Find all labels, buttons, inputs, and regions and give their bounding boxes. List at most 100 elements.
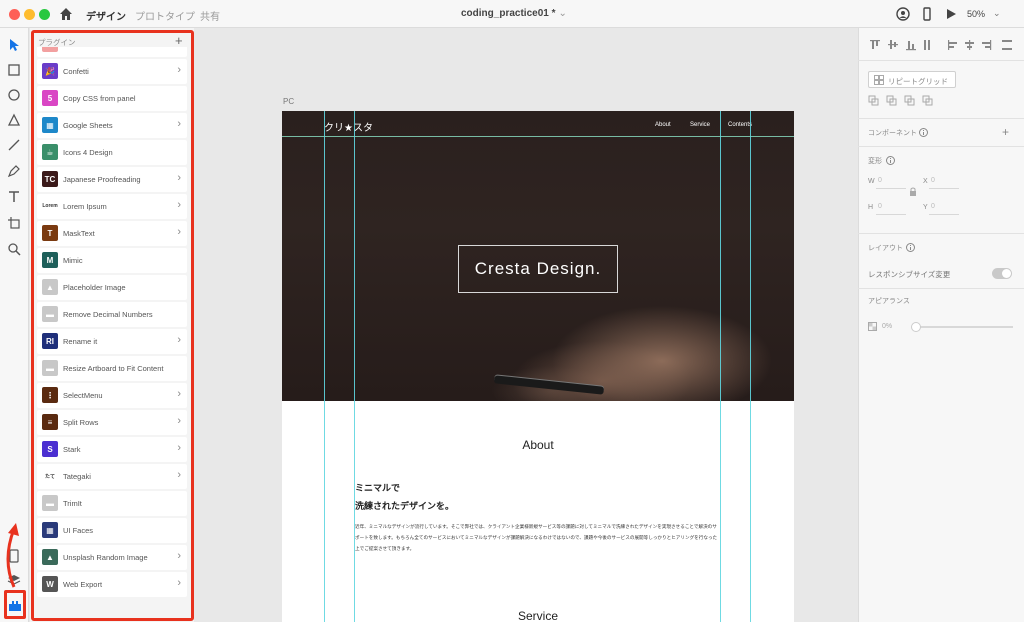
tab-prototype[interactable]: プロトタイプ bbox=[135, 8, 195, 23]
plugin-icon: ⋮ bbox=[42, 387, 58, 403]
zoom-tool-icon[interactable] bbox=[7, 242, 21, 256]
y-field[interactable]: 0 bbox=[931, 203, 935, 210]
add-component-button[interactable]: + bbox=[1002, 125, 1009, 139]
height-label: H bbox=[868, 204, 874, 211]
boolean-ops-icons[interactable] bbox=[868, 95, 938, 107]
plugin-item[interactable]: ⋮ SelectMenu › bbox=[37, 383, 187, 408]
plugin-item[interactable]: Lorem Lorem Ipsum › bbox=[37, 194, 187, 219]
minimize-window-button[interactable] bbox=[24, 9, 35, 20]
play-icon[interactable] bbox=[944, 7, 958, 21]
opacity-value[interactable]: 0% bbox=[882, 323, 892, 330]
plugin-item[interactable]: 5 Copy CSS from panel bbox=[37, 86, 187, 111]
close-window-button[interactable] bbox=[9, 9, 20, 20]
opacity-slider-track[interactable] bbox=[913, 326, 1013, 328]
chevron-right-icon[interactable]: › bbox=[177, 468, 181, 482]
plugin-icon: ▬ bbox=[42, 360, 58, 376]
chevron-right-icon[interactable]: › bbox=[177, 117, 181, 131]
document-title[interactable]: coding_practice01 * ⌄ bbox=[461, 8, 567, 19]
plugin-item[interactable]: ▬ Remove Decimal Numbers bbox=[37, 302, 187, 327]
ellipse-tool-icon[interactable] bbox=[7, 88, 21, 102]
plugin-item[interactable]: T MaskText › bbox=[37, 221, 187, 246]
chevron-right-icon[interactable]: › bbox=[177, 576, 181, 590]
chevron-down-icon: ⌄ bbox=[558, 8, 567, 19]
plugin-item[interactable]: ▲ Placeholder Image bbox=[37, 275, 187, 300]
artboard-pc[interactable]: クリ★スタ About Service Contents Cresta Desi… bbox=[282, 111, 794, 622]
height-field[interactable]: 0 bbox=[878, 203, 882, 210]
repeat-grid-button[interactable]: リピートグリッド bbox=[868, 71, 956, 88]
plugin-label: MaskText bbox=[63, 229, 95, 238]
plugin-item[interactable]: ≡ Split Rows › bbox=[37, 410, 187, 435]
plugin-item[interactable]: M Mimic bbox=[37, 248, 187, 273]
select-tool-icon[interactable] bbox=[7, 38, 21, 52]
chevron-right-icon[interactable]: › bbox=[177, 225, 181, 239]
chevron-right-icon[interactable]: › bbox=[177, 333, 181, 347]
text-tool-icon[interactable] bbox=[7, 190, 21, 204]
repeat-grid-label: リピートグリッド bbox=[888, 77, 948, 86]
pen-tool-icon[interactable] bbox=[7, 164, 21, 178]
info-icon[interactable] bbox=[919, 128, 928, 137]
plugin-label: SelectMenu bbox=[63, 391, 103, 400]
chevron-right-icon[interactable]: › bbox=[177, 171, 181, 185]
plugin-item[interactable]: ▦ Google Sheets › bbox=[37, 113, 187, 138]
artboard-tool-icon[interactable] bbox=[7, 216, 21, 230]
rectangle-tool-icon[interactable] bbox=[7, 63, 21, 77]
plugin-item[interactable]: ▬ Resize Artboard to Fit Content bbox=[37, 356, 187, 381]
plugin-icon: TC bbox=[42, 171, 58, 187]
about-heading[interactable]: ミニマルで 洗練されたデザインを。 bbox=[355, 479, 454, 515]
polygon-tool-icon[interactable] bbox=[7, 113, 21, 127]
plugin-label: UI Faces bbox=[63, 526, 94, 535]
responsive-resize-toggle[interactable] bbox=[992, 268, 1012, 279]
artboard-label[interactable]: PC bbox=[283, 97, 294, 106]
plugin-item[interactable]: TC Japanese Proofreading › bbox=[37, 167, 187, 192]
info-icon[interactable] bbox=[906, 243, 915, 252]
chevron-right-icon[interactable]: › bbox=[177, 549, 181, 563]
line-tool-icon[interactable] bbox=[7, 138, 21, 152]
plugin-item[interactable]: S Stark › bbox=[37, 437, 187, 462]
zoom-window-button[interactable] bbox=[39, 9, 50, 20]
user-share-icon[interactable] bbox=[896, 7, 910, 21]
x-field-underline bbox=[929, 188, 959, 189]
plugin-icon: ▬ bbox=[42, 306, 58, 322]
chevron-right-icon[interactable]: › bbox=[177, 198, 181, 212]
hero-nav-divider bbox=[282, 136, 794, 137]
tab-share[interactable]: 共有 bbox=[200, 8, 220, 23]
tab-design[interactable]: デザイン bbox=[86, 8, 126, 23]
x-field[interactable]: 0 bbox=[931, 177, 935, 184]
plugin-item[interactable]: Color Scale bbox=[37, 47, 187, 57]
nav-link-contents[interactable]: Contents bbox=[728, 122, 752, 128]
nav-link-about[interactable]: About bbox=[655, 122, 671, 128]
plugin-item[interactable]: W Web Export › bbox=[37, 572, 187, 597]
plugin-item[interactable]: ☕ Icons 4 Design bbox=[37, 140, 187, 165]
chevron-right-icon[interactable]: › bbox=[177, 387, 181, 401]
align-icons[interactable] bbox=[868, 38, 1018, 52]
plugin-item[interactable]: 🎉 Confetti › bbox=[37, 59, 187, 84]
add-plugin-button[interactable]: + bbox=[175, 34, 183, 47]
lock-icon[interactable] bbox=[909, 187, 917, 197]
zoom-level[interactable]: 50% bbox=[967, 9, 985, 19]
chevron-right-icon[interactable]: › bbox=[177, 441, 181, 455]
about-section-title[interactable]: About bbox=[282, 438, 794, 452]
plugin-label: Japanese Proofreading bbox=[63, 175, 141, 184]
zoom-chevron-icon[interactable]: ⌄ bbox=[993, 8, 1001, 19]
inspector-divider bbox=[858, 146, 1024, 147]
about-body-text[interactable]: 近年、ミニマルなデザインが流行しています。そこで弊社では、クライアント企業様新規… bbox=[355, 521, 721, 554]
home-icon[interactable] bbox=[59, 7, 73, 21]
service-section-title[interactable]: Service bbox=[282, 609, 794, 622]
width-field[interactable]: 0 bbox=[878, 177, 882, 184]
opacity-slider-knob[interactable] bbox=[911, 322, 921, 332]
chevron-right-icon[interactable]: › bbox=[177, 414, 181, 428]
plugin-icon: W bbox=[42, 576, 58, 592]
hero-title-box[interactable]: Cresta Design. bbox=[458, 245, 618, 293]
site-logo[interactable]: クリ★スタ bbox=[324, 119, 373, 134]
plugin-label: Web Export bbox=[63, 580, 103, 589]
info-icon[interactable] bbox=[886, 156, 895, 165]
plugin-item[interactable]: ▦ UI Faces bbox=[37, 518, 187, 543]
device-preview-icon[interactable] bbox=[920, 7, 934, 21]
plugin-item[interactable]: ▲ Unsplash Random Image › bbox=[37, 545, 187, 570]
nav-link-service[interactable]: Service bbox=[690, 122, 710, 128]
document-title-text: coding_practice01 * bbox=[461, 8, 556, 19]
plugin-item[interactable]: ▬ TrimIt bbox=[37, 491, 187, 516]
plugin-item[interactable]: たて Tategaki › bbox=[37, 464, 187, 489]
plugin-item[interactable]: RI Rename it › bbox=[37, 329, 187, 354]
chevron-right-icon[interactable]: › bbox=[177, 63, 181, 77]
